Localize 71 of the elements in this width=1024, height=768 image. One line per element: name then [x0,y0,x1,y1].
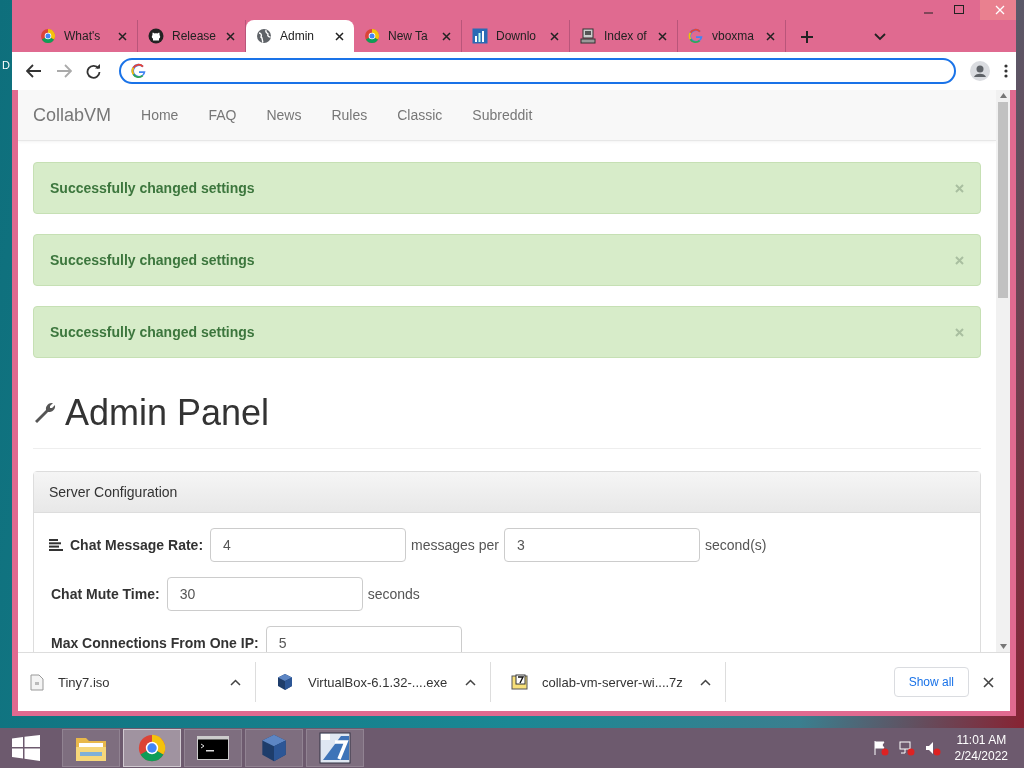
field-label: Max Connections From One IP: [51,635,259,651]
scroll-down-icon[interactable] [999,644,1007,649]
nav-link[interactable]: Home [141,107,179,123]
flag-icon[interactable] [872,740,889,756]
chevron-down-icon[interactable] [874,33,886,41]
chevron-up-icon[interactable] [465,678,476,686]
cube-icon[interactable] [259,733,289,763]
computer-icon [580,28,596,44]
field-label: Chat Mute Time: [51,586,160,602]
unit-text: second(s) [705,537,767,553]
desktop-icon-label: D [2,59,10,71]
input-field[interactable]: 4 [210,528,407,562]
file-icon [30,673,44,691]
unit-text: seconds [367,586,420,602]
nav-link[interactable]: News [266,107,302,123]
download-item[interactable]: collab-vm-server-wi....7z [491,662,726,702]
panel-title: Server Configuration [49,484,178,500]
scroll-up-icon[interactable] [999,93,1007,98]
heading-text: Admin Panel [65,392,270,434]
close-icon[interactable] [335,31,344,41]
chevron-up-icon[interactable] [230,678,241,686]
field-label: Chat Message Rate: [70,537,204,553]
windows-start-icon[interactable] [12,735,40,761]
unit-text: messages per [411,537,499,553]
cube-icon [276,673,294,691]
input-field[interactable]: 3 [504,528,700,562]
download-item[interactable]: Tiny7.iso [18,662,256,702]
google-icon [688,28,704,44]
back-icon[interactable] [26,64,42,78]
new-tab-icon[interactable] [800,30,814,44]
globe-icon [256,28,272,44]
clock-date[interactable]: 2/24/2022 [954,748,1008,764]
scrollbar[interactable] [996,90,1010,652]
lines-icon [49,539,63,551]
wrench-icon [33,401,57,425]
taskbar-button[interactable] [306,729,364,767]
address-bar[interactable] [119,58,956,84]
download-item[interactable]: VirtualBox-6.1.32-....exe [256,662,491,702]
input-field[interactable]: 30 [166,577,363,611]
nav-link[interactable]: Classic [397,107,443,123]
file-name: VirtualBox-6.1.32-....exe [308,674,449,690]
file-name: collab-vm-server-wi....7z [542,674,684,690]
chrome-icon [40,28,56,44]
cat-silhouette-icon [148,28,164,44]
archive-icon [511,673,528,691]
show-all-button[interactable]: Show all [893,667,969,697]
terminal-icon[interactable] [197,736,229,760]
chart-icon [472,28,488,44]
clock-time[interactable]: 11:01 AM [956,732,1007,748]
nav-link[interactable]: FAQ [208,107,237,123]
network-icon[interactable] [898,740,915,756]
browser-tab[interactable]: Admin [246,20,354,52]
seven-zip-icon[interactable] [319,732,351,764]
file-name: Tiny7.iso [58,674,111,690]
close-icon[interactable] [983,676,994,688]
reload-icon[interactable] [86,63,101,79]
alert-message: Successfully changed settings [50,324,255,340]
nav-link[interactable]: Subreddit [472,107,533,123]
alert-message: Successfully changed settings [50,180,255,196]
taskbar-button[interactable] [184,729,242,767]
chevron-up-icon[interactable] [700,678,711,686]
profile-icon[interactable] [970,61,990,81]
speaker-muted-icon[interactable] [924,740,941,756]
chrome-icon [364,28,380,44]
brand-logo[interactable]: CollabVM [33,104,112,126]
nav-link[interactable]: Rules [331,107,368,123]
menu-icon[interactable] [1004,64,1008,78]
chrome-icon[interactable] [137,733,167,763]
google-icon [131,63,147,79]
scrollbar-thumb[interactable] [998,102,1008,298]
alert-message: Successfully changed settings [50,252,255,268]
